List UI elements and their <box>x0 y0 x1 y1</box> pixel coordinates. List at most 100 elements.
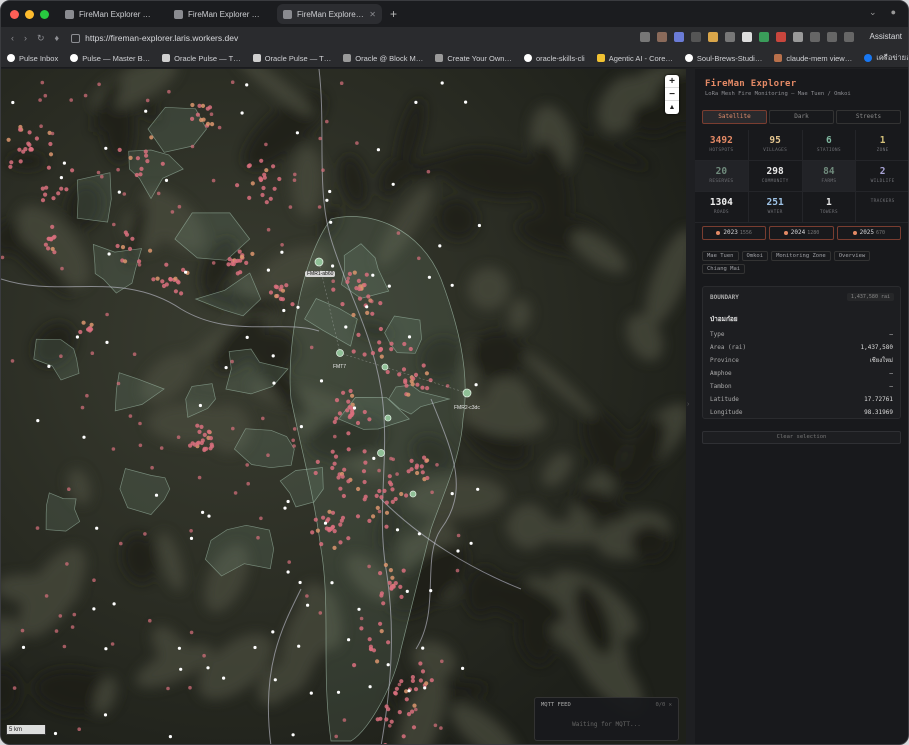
hotspot-marker[interactable] <box>27 130 32 135</box>
hotspot-marker[interactable] <box>48 141 53 147</box>
hotspot-marker[interactable] <box>192 442 197 447</box>
hotspot-marker[interactable] <box>425 458 430 463</box>
village-marker[interactable] <box>112 602 116 606</box>
hotspot-marker[interactable] <box>34 136 40 141</box>
hotspot-marker[interactable] <box>334 416 339 421</box>
village-marker[interactable] <box>179 667 183 671</box>
hotspot-marker[interactable] <box>378 621 383 626</box>
hotspot-marker[interactable] <box>367 637 372 642</box>
hotspot-marker[interactable] <box>128 414 133 418</box>
hotspot-marker[interactable] <box>389 341 394 346</box>
hotspot-marker[interactable] <box>325 119 329 124</box>
hotspot-marker[interactable] <box>351 312 356 318</box>
hotspot-marker[interactable] <box>425 386 430 391</box>
hotspot-marker[interactable] <box>398 584 403 590</box>
hotspot-marker[interactable] <box>340 515 346 520</box>
hotspot-marker[interactable] <box>379 629 384 634</box>
hotspot-marker[interactable] <box>399 491 404 497</box>
year-2025-toggle[interactable]: 2025 670 <box>836 226 901 240</box>
hotspot-marker[interactable] <box>246 481 250 486</box>
community-forest-polygon[interactable] <box>76 172 112 223</box>
hotspot-marker[interactable] <box>12 686 17 690</box>
extension-icon[interactable] <box>691 32 701 42</box>
hotspot-marker[interactable] <box>143 532 147 536</box>
hotspot-marker[interactable] <box>206 429 211 434</box>
village-marker[interactable] <box>323 521 328 525</box>
hotspot-marker[interactable] <box>116 381 121 386</box>
hotspot-marker[interactable] <box>424 681 429 686</box>
hotspot-marker[interactable] <box>149 135 154 140</box>
layer-toggle-reserves[interactable]: 20 RESERVES <box>695 161 749 191</box>
village-marker[interactable] <box>82 435 86 439</box>
new-tab-button[interactable]: + <box>390 7 397 21</box>
hotspot-marker[interactable] <box>368 646 374 652</box>
hotspot-marker[interactable] <box>188 443 193 448</box>
hotspot-marker[interactable] <box>357 296 363 301</box>
hotspot-marker[interactable] <box>381 601 386 606</box>
community-forest-polygon[interactable] <box>45 492 81 532</box>
village-marker[interactable] <box>417 532 421 536</box>
hotspot-marker[interactable] <box>318 611 323 615</box>
bookmark-item[interactable]: Pulse Inbox <box>7 54 58 63</box>
village-marker[interactable] <box>189 536 194 540</box>
extension-icon[interactable] <box>674 32 684 42</box>
hotspot-marker[interactable] <box>279 284 284 289</box>
hotspot-marker[interactable] <box>410 678 415 684</box>
hotspot-marker[interactable] <box>123 259 128 264</box>
hotspot-marker[interactable] <box>362 352 367 357</box>
village-marker[interactable] <box>299 425 303 429</box>
hotspot-marker[interactable] <box>67 487 71 492</box>
village-marker[interactable] <box>438 244 442 248</box>
hotspot-marker[interactable] <box>204 446 209 451</box>
hotspot-marker[interactable] <box>292 444 296 448</box>
village-marker[interactable] <box>295 131 299 135</box>
bookmark-item[interactable]: Oracle @ Block M… <box>343 54 423 63</box>
hotspot-marker[interactable] <box>413 687 419 692</box>
hotspot-marker[interactable] <box>317 205 322 209</box>
hotspot-marker[interactable] <box>364 272 369 277</box>
layer-toggle-villages[interactable]: 95 VILLAGES <box>749 130 803 160</box>
hotspot-marker[interactable] <box>160 279 165 284</box>
bookmark-item[interactable]: oracle-skills-cli <box>523 54 585 63</box>
hotspot-marker[interactable] <box>211 261 216 265</box>
settings-icon[interactable] <box>844 32 854 42</box>
hotspot-marker[interactable] <box>80 405 85 410</box>
village-marker[interactable] <box>177 646 181 650</box>
hotspot-marker[interactable] <box>390 499 395 504</box>
station-label[interactable]: FMR2-c3dc <box>454 405 480 411</box>
hotspot-marker[interactable] <box>278 296 283 301</box>
hotspot-marker[interactable] <box>355 420 361 426</box>
hotspot-marker[interactable] <box>195 423 200 428</box>
village-marker[interactable] <box>387 284 391 288</box>
hotspot-marker[interactable] <box>177 204 182 209</box>
hotspot-marker[interactable] <box>145 98 150 103</box>
chip-chiang-mai[interactable]: Chiang Mai <box>702 264 746 274</box>
hotspot-marker[interactable] <box>399 679 404 684</box>
village-marker[interactable] <box>391 182 395 186</box>
hotspot-marker[interactable] <box>414 707 418 712</box>
hotspot-marker[interactable] <box>374 493 379 498</box>
hotspot-marker[interactable] <box>445 384 450 388</box>
hotspot-marker[interactable] <box>389 585 394 590</box>
hotspot-marker[interactable] <box>413 372 419 377</box>
extension-icon[interactable] <box>708 32 718 42</box>
hotspot-marker[interactable] <box>210 122 215 127</box>
village-marker[interactable] <box>286 570 290 574</box>
village-marker[interactable] <box>407 335 412 339</box>
hotspot-marker[interactable] <box>122 192 127 196</box>
zoom-out-button[interactable]: − <box>665 88 679 101</box>
hotspot-marker[interactable] <box>43 93 48 98</box>
village-marker[interactable] <box>477 223 481 228</box>
layer-toggle-wildlife[interactable]: 2 WILDLIFE <box>856 161 908 191</box>
hotspot-marker[interactable] <box>433 723 438 728</box>
extension-icon[interactable] <box>759 32 769 42</box>
village-marker[interactable] <box>357 607 361 611</box>
hotspot-marker[interactable] <box>397 372 402 377</box>
village-marker[interactable] <box>95 526 99 530</box>
hotspot-marker[interactable] <box>6 137 11 142</box>
village-marker[interactable] <box>144 109 148 113</box>
hotspot-marker[interactable] <box>439 726 443 730</box>
village-marker[interactable] <box>224 366 228 370</box>
hotspot-marker[interactable] <box>44 594 49 598</box>
hotspot-marker[interactable] <box>200 438 205 443</box>
